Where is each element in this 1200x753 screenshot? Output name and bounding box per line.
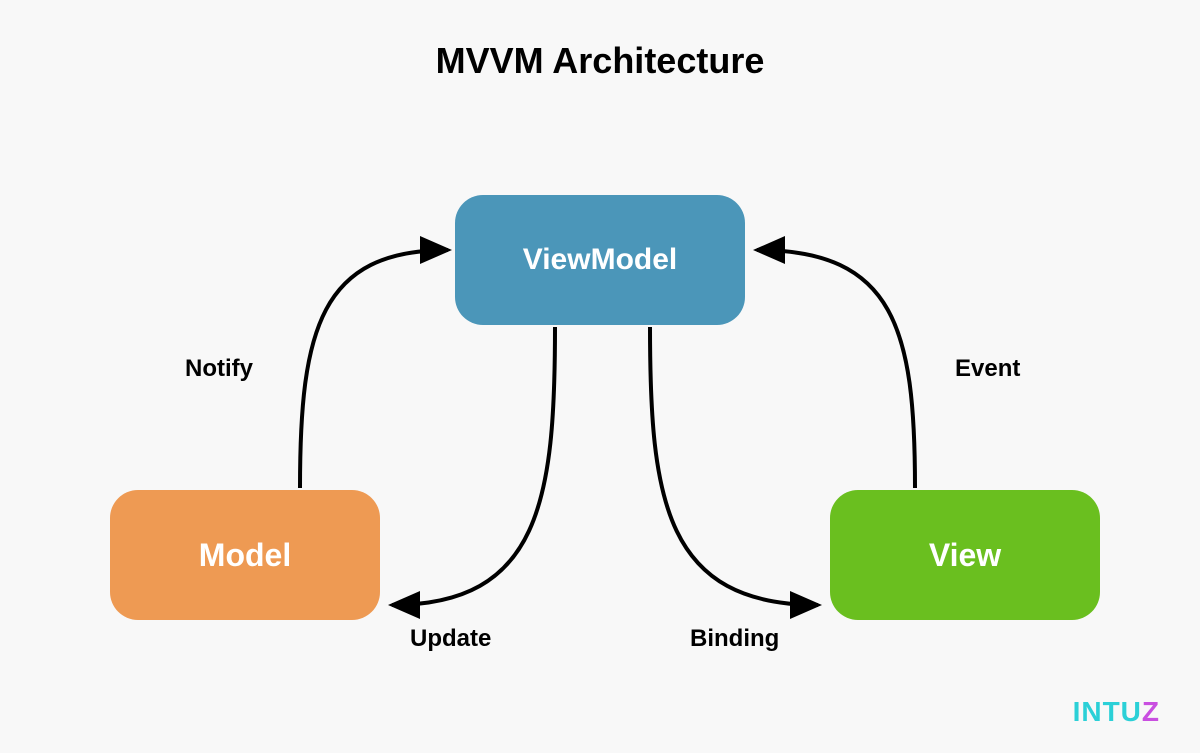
edge-update-label: Update	[410, 625, 491, 653]
node-model: Model	[110, 490, 380, 620]
arrow-binding	[650, 327, 818, 605]
arrow-event	[757, 250, 915, 488]
edge-binding-label: Binding	[690, 625, 779, 653]
node-model-label: Model	[199, 537, 291, 574]
node-view: View	[830, 490, 1100, 620]
brand-part2: Z	[1142, 696, 1160, 727]
edge-notify-label: Notify	[185, 355, 253, 383]
brand-logo: INTUZ	[1073, 696, 1160, 728]
edge-event-label: Event	[955, 355, 1020, 383]
brand-part1: INTU	[1073, 696, 1142, 727]
node-view-label: View	[929, 537, 1001, 574]
node-viewmodel: ViewModel	[455, 195, 745, 325]
arrow-update	[392, 327, 555, 605]
arrow-notify	[300, 250, 448, 488]
diagram-title: MVVM Architecture	[0, 40, 1200, 82]
node-viewmodel-label: ViewModel	[523, 243, 677, 277]
